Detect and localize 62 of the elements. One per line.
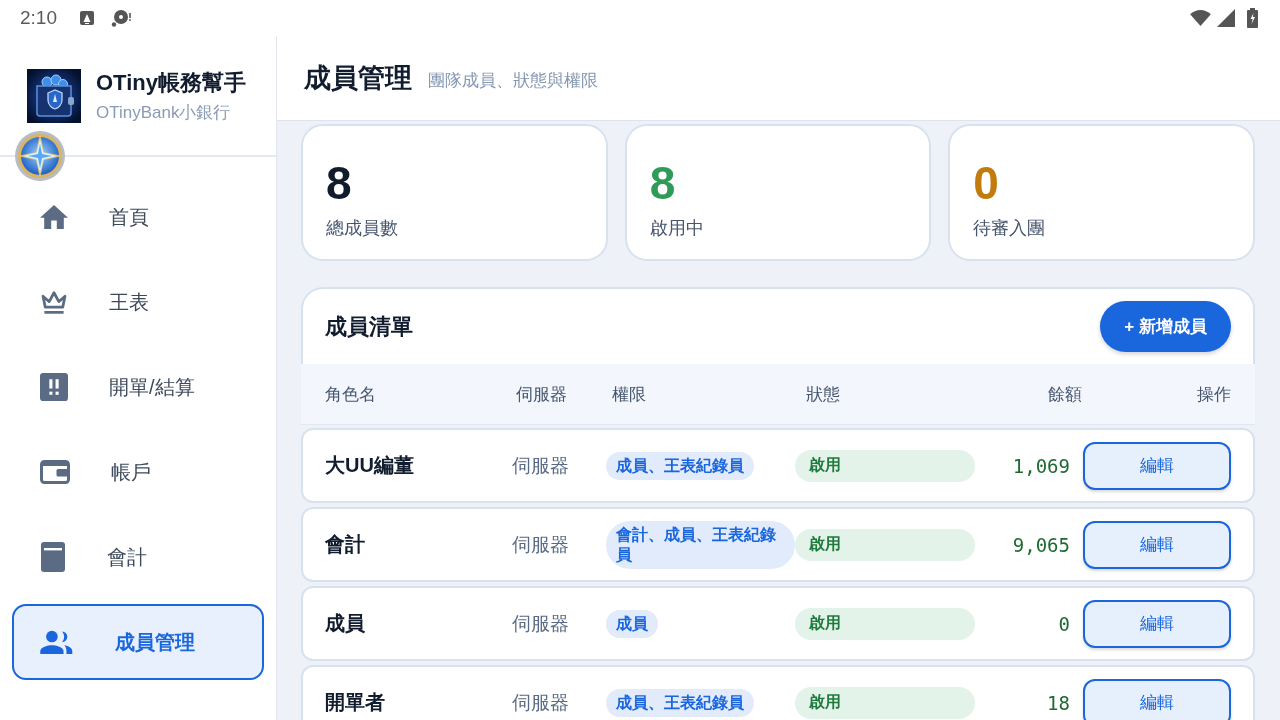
status-tag: 啟用 bbox=[795, 686, 975, 719]
nav-item[interactable]: 首頁 bbox=[12, 179, 264, 255]
crown-icon bbox=[40, 290, 68, 314]
member-name: 會計 bbox=[325, 532, 365, 557]
wallet-logo-icon bbox=[27, 68, 81, 123]
column-header: 角色名 bbox=[325, 383, 376, 406]
window-icon bbox=[40, 542, 66, 572]
role-tag: 成員、王表紀錄員 bbox=[606, 688, 754, 717]
nav-item[interactable]: 帳戶 bbox=[12, 434, 264, 510]
server-cell-text: 伺服器 bbox=[512, 453, 569, 478]
edit-button[interactable]: 編輯 bbox=[1083, 441, 1231, 490]
page-title: 成員管理 bbox=[304, 62, 412, 95]
balance-cell-text: 1,069 bbox=[1012, 454, 1071, 477]
star-emblem-icon bbox=[14, 130, 66, 182]
app-title: OTiny帳務幫手 bbox=[96, 68, 246, 97]
stat-value: 0 bbox=[973, 160, 999, 206]
disc-icon bbox=[111, 9, 131, 27]
balance-cell-text: 18 bbox=[1047, 691, 1071, 714]
role-tag: 會計、成員、王表紀錄員 bbox=[606, 520, 795, 569]
member-name: 大UU編董 bbox=[325, 453, 414, 478]
role-tag: 成員、王表紀錄員 bbox=[606, 451, 754, 480]
column-header: 操作 bbox=[1197, 383, 1231, 406]
status-tag: 啟用 bbox=[795, 528, 975, 561]
status-time: 2:10 bbox=[20, 7, 57, 29]
app-subtitle: OTinyBank小銀行 bbox=[96, 101, 232, 124]
stat-value: 8 bbox=[326, 160, 352, 206]
app-notification-icon bbox=[80, 11, 94, 25]
server-cell-text: 伺服器 bbox=[512, 690, 569, 715]
balance-cell-text: 9,065 bbox=[1012, 533, 1071, 556]
stat-label: 啟用中 bbox=[649, 217, 704, 240]
server-cell-text: 伺服器 bbox=[512, 532, 569, 557]
page-subtitle: 團隊成員、狀態與權限 bbox=[428, 69, 598, 92]
battery-icon bbox=[1247, 8, 1258, 28]
edit-button[interactable]: 編輯 bbox=[1083, 520, 1231, 569]
home-icon bbox=[40, 205, 68, 229]
status-tag: 啟用 bbox=[795, 607, 975, 640]
people-icon bbox=[40, 630, 74, 654]
wallet-icon bbox=[40, 460, 70, 484]
server-cell-text: 伺服器 bbox=[512, 611, 569, 636]
add-member-button[interactable]: + 新增成員 bbox=[1100, 301, 1231, 352]
member-name: 成員 bbox=[325, 611, 365, 636]
column-header: 餘額 bbox=[1048, 383, 1082, 406]
edit-button[interactable]: 編輯 bbox=[1083, 678, 1231, 720]
column-header: 狀態 bbox=[806, 383, 840, 406]
edit-button[interactable]: 編輯 bbox=[1083, 599, 1231, 648]
nav-item[interactable]: 王表 bbox=[12, 264, 264, 340]
wifi-icon bbox=[1190, 10, 1211, 26]
member-name: 開單者 bbox=[325, 690, 385, 715]
stat-value: 8 bbox=[649, 160, 676, 206]
exclamation-square-icon bbox=[40, 373, 68, 401]
stat-label: 待審入團 bbox=[973, 217, 1046, 240]
status-tag: 啟用 bbox=[795, 449, 975, 482]
nav-item[interactable]: 會計 bbox=[12, 519, 264, 595]
stat-label: 總成員數 bbox=[326, 217, 398, 240]
signal-icon bbox=[1217, 9, 1235, 27]
balance-cell-text: 0 bbox=[1058, 612, 1071, 635]
list-title: 成員清單 bbox=[325, 312, 413, 341]
nav-item[interactable]: 成員管理 bbox=[12, 604, 264, 680]
column-header: 權限 bbox=[612, 383, 646, 406]
role-tag: 成員 bbox=[606, 609, 658, 638]
nav-item[interactable]: 開單/結算 bbox=[12, 349, 264, 425]
column-header: 伺服器 bbox=[516, 383, 567, 406]
